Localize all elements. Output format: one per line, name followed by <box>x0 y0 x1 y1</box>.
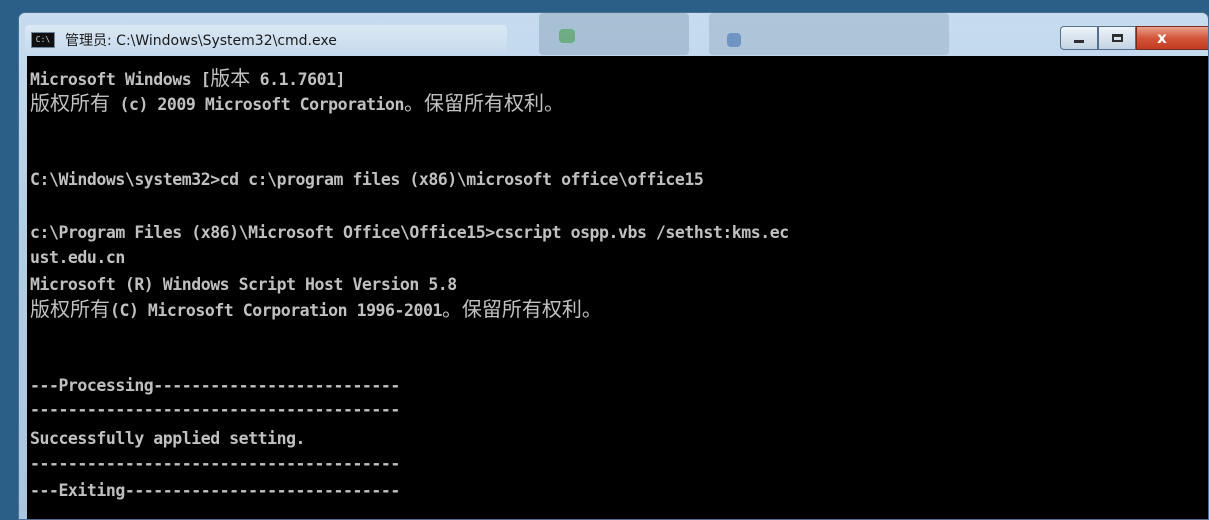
console-line: ust.edu.cn <box>30 248 125 267</box>
console-line: C:\Windows\system32>cd c:\program files … <box>30 170 704 189</box>
cmd-window: C:\ 管理员: C:\Windows\System32\cmd.exe x M… <box>18 12 1209 520</box>
ascii-text-run: Microsoft Windows [ <box>30 70 211 89</box>
minimize-button[interactable] <box>1060 26 1098 50</box>
window-title: 管理员: C:\Windows\System32\cmd.exe <box>65 33 337 49</box>
ascii-text-run: (c) 2009 Microsoft Corporation <box>110 95 404 114</box>
cmd-app-icon[interactable]: C:\ <box>31 32 55 48</box>
console-line: Microsoft Windows [版本 6.1.7601] <box>30 66 345 92</box>
console-line: ---Processing-------------------------- <box>30 376 400 395</box>
close-button[interactable]: x <box>1136 26 1208 50</box>
cjk-text-run: 版权所有 <box>30 297 110 321</box>
cjk-text-run: 版权所有 <box>30 91 110 115</box>
console-line: --------------------------------------- <box>30 400 400 419</box>
console-line: c:\Program Files (x86)\Microsoft Office\… <box>30 223 789 242</box>
console-line: --------------------------------------- <box>30 454 400 473</box>
console-line: 版权所有 (c) 2009 Microsoft Corporation。保留所有… <box>30 91 564 117</box>
console-output[interactable]: Microsoft Windows [版本 6.1.7601] 版权所有 (c)… <box>27 56 1208 519</box>
minimize-icon <box>1074 40 1084 43</box>
maximize-button[interactable] <box>1098 26 1136 50</box>
close-icon: x <box>1157 29 1167 47</box>
console-line: Successfully applied setting. <box>30 429 306 448</box>
ascii-text-run: (C) Microsoft Corporation 1996-2001 <box>110 301 442 320</box>
cjk-text-run: 。保留所有权利。 <box>404 91 564 115</box>
ascii-text-run: 6.1.7601] <box>250 70 346 89</box>
title-bar[interactable]: C:\ 管理员: C:\Windows\System32\cmd.exe x <box>19 13 1208 55</box>
background-app-icon <box>559 29 575 43</box>
console-line: 版权所有(C) Microsoft Corporation 1996-2001。… <box>30 297 602 323</box>
background-taskbar-blur <box>709 13 949 55</box>
console-line: ---Exiting----------------------------- <box>30 481 400 500</box>
cjk-text-run: 版本 <box>210 66 251 90</box>
console-line: Microsoft (R) Windows Script Host Versio… <box>30 275 457 294</box>
maximize-icon <box>1111 34 1123 42</box>
background-app-icon <box>727 33 741 47</box>
cjk-text-run: 。保留所有权利。 <box>441 297 602 321</box>
